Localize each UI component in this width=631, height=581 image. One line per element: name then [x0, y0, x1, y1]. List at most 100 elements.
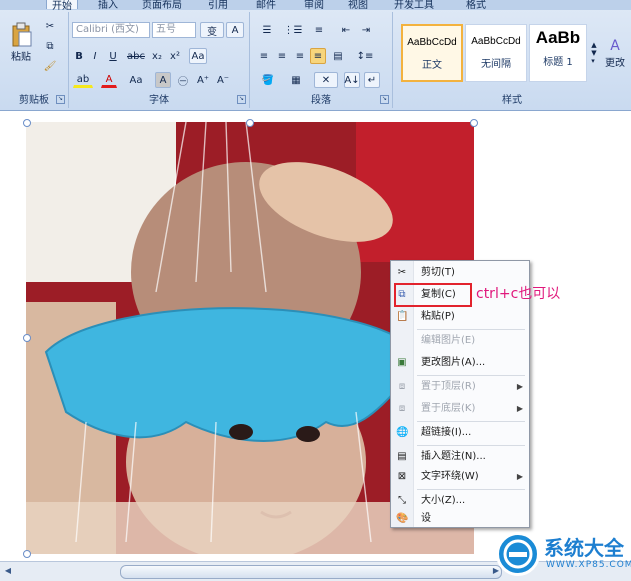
- menu-item-size[interactable]: ⤡ 大小(Z)...: [391, 491, 529, 511]
- italic-button[interactable]: I: [88, 48, 102, 64]
- scissors-icon: ✂: [397, 267, 407, 278]
- change-styles-icon: A: [610, 37, 620, 54]
- shading-button[interactable]: 🪣: [256, 72, 280, 88]
- decrease-indent-button[interactable]: ⇤: [338, 22, 354, 38]
- font-size-combo[interactable]: 五号: [152, 22, 196, 38]
- menu-item-text-wrap[interactable]: ⊠ 文字环绕(W) ▶: [391, 467, 529, 487]
- menu-item-label: 粘贴(P): [421, 311, 455, 322]
- distributed-button[interactable]: ▤: [330, 48, 346, 64]
- paste-button[interactable]: 粘贴: [6, 16, 36, 68]
- tab-page-layout[interactable]: 页面布局: [142, 0, 182, 10]
- shrink-font-button[interactable]: A⁻: [215, 72, 231, 88]
- style-sample: AaBbCcDd: [471, 36, 521, 47]
- tab-view[interactable]: 视图: [348, 0, 368, 10]
- style-name: 正文: [422, 60, 442, 71]
- resize-handle-top[interactable]: [246, 119, 254, 127]
- resize-handle-bottom-left[interactable]: [23, 550, 31, 558]
- submenu-arrow-icon: ▶: [516, 404, 523, 413]
- copy-highlight-box: [394, 283, 472, 307]
- resize-handle-left[interactable]: [23, 334, 31, 342]
- change-styles-button[interactable]: A 更改: [601, 24, 629, 82]
- menu-item-format-picture[interactable]: 🎨 设: [391, 509, 529, 529]
- paste-label: 粘贴: [11, 51, 31, 63]
- menu-item-hyperlink[interactable]: 🌐 超链接(I)...: [391, 423, 529, 443]
- tab-review[interactable]: 审阅: [304, 0, 324, 10]
- highlight-button[interactable]: ab: [73, 72, 93, 88]
- enclose-characters-button[interactable]: ㊀: [175, 72, 191, 88]
- style-heading-1[interactable]: AaBb 标题 1: [529, 24, 587, 82]
- resize-handle-top-left[interactable]: [23, 119, 31, 127]
- cut-button[interactable]: ✂: [40, 18, 60, 34]
- copy-icon: ⧉: [46, 40, 54, 52]
- submenu-arrow-icon: ▶: [516, 472, 523, 481]
- increase-indent-button[interactable]: ⇥: [358, 22, 374, 38]
- caption-icon: ▤: [397, 451, 407, 462]
- scrollbar-thumb[interactable]: [120, 565, 502, 579]
- tab-mailings[interactable]: 邮件: [256, 0, 276, 10]
- font-name-combo[interactable]: Calibri (西文): [72, 22, 150, 38]
- menu-item-bring-to-front[interactable]: ⧈ 置于顶层(R) ▶: [391, 377, 529, 397]
- menu-item-cut[interactable]: ✂ 剪切(T): [391, 263, 529, 283]
- styles-scroll[interactable]: ▲ ▼ ▾: [589, 24, 599, 82]
- underline-button[interactable]: U: [104, 48, 122, 64]
- numbering-button[interactable]: ⋮☰: [282, 22, 304, 38]
- strikethrough-button[interactable]: abc: [126, 48, 146, 64]
- clear-format-button[interactable]: Aa: [189, 48, 207, 64]
- size-icon: ⤡: [398, 495, 406, 506]
- bullets-button[interactable]: ☰: [256, 22, 278, 38]
- align-center-button[interactable]: ≡: [274, 48, 290, 64]
- styles-group: AaBbCcDd 正文 AaBbCcDd 无间隔 AaBb 标题 1 ▲ ▼ ▾ A…: [393, 12, 631, 108]
- paragraph-label: 段落: [311, 95, 331, 106]
- menu-item-paste[interactable]: 📋 粘贴(P): [391, 307, 529, 327]
- brush-icon: 🖌: [43, 60, 57, 72]
- watermark-logo-icon: [496, 532, 540, 576]
- change-case-button[interactable]: Aa: [125, 72, 147, 88]
- tab-format[interactable]: 格式: [466, 0, 486, 10]
- tab-insert[interactable]: 插入: [98, 0, 118, 10]
- tab-home[interactable]: 开始: [46, 0, 78, 10]
- show-marks-button[interactable]: ↵: [364, 72, 380, 88]
- font-group: Calibri (西文) 五号 变 A B I U abc x₂ x² Aa a…: [69, 12, 250, 108]
- format-painter-button[interactable]: 🖌: [40, 58, 60, 74]
- align-left-button[interactable]: ≡: [256, 48, 272, 64]
- change-picture-icon: ▣: [397, 357, 407, 368]
- menu-item-change-picture[interactable]: ▣ 更改图片(A)...: [391, 353, 529, 373]
- watermark: 系统大全 WWW.XP85.COM: [496, 528, 631, 580]
- ribbon: 开始 插入 页面布局 引用 邮件 审阅 视图 开发工具 格式 粘贴 ✂ ⧉ 🖌 …: [0, 0, 631, 111]
- style-normal[interactable]: AaBbCcDd 正文: [401, 24, 463, 82]
- bring-to-front-icon: ⧈: [398, 381, 406, 392]
- line-spacing-button[interactable]: ↕≡: [352, 48, 378, 64]
- font-dialog-launcher[interactable]: ↘: [237, 95, 246, 104]
- multilevel-list-button[interactable]: ≡: [308, 22, 330, 38]
- clipboard-group: 粘贴 ✂ ⧉ 🖌 剪贴板 ↘: [0, 12, 69, 108]
- sort-button[interactable]: A↓: [344, 72, 360, 88]
- superscript-button[interactable]: x²: [167, 48, 183, 64]
- character-shading-button[interactable]: A: [155, 72, 171, 88]
- tab-references[interactable]: 引用: [208, 0, 228, 10]
- menu-item-label: 更改图片(A)...: [421, 357, 486, 368]
- justify-button[interactable]: ≡: [310, 48, 326, 64]
- paragraph-dialog-launcher[interactable]: ↘: [380, 95, 389, 104]
- copy-button[interactable]: ⧉: [40, 38, 60, 54]
- style-no-spacing[interactable]: AaBbCcDd 无间隔: [465, 24, 527, 82]
- resize-handle-top-right[interactable]: [470, 119, 478, 127]
- clipboard-dialog-launcher[interactable]: ↘: [56, 95, 65, 104]
- bold-button[interactable]: B: [72, 48, 86, 64]
- font-color-button[interactable]: A: [101, 72, 117, 88]
- character-border-button[interactable]: A: [226, 22, 244, 38]
- chinese-layout-button[interactable]: ✕: [314, 72, 338, 88]
- phonetic-guide-button[interactable]: 变: [200, 22, 224, 38]
- scroll-left-icon[interactable]: ◀: [2, 564, 14, 578]
- menu-item-insert-caption[interactable]: ▤ 插入题注(N)...: [391, 447, 529, 467]
- grow-font-button[interactable]: A⁺: [195, 72, 211, 88]
- menu-item-send-to-back[interactable]: ⧈ 置于底层(K) ▶: [391, 399, 529, 419]
- subscript-button[interactable]: x₂: [149, 48, 165, 64]
- paragraph-group: ☰ ⋮☰ ≡ ⇤ ⇥ ≡ ≡ ≡ ≡ ▤ ↕≡ 🪣 ▦ ✕ A↓ ↵ 段落 ↘: [250, 12, 393, 108]
- borders-button[interactable]: ▦: [284, 72, 308, 88]
- submenu-arrow-icon: ▶: [516, 382, 523, 391]
- menu-item-edit-picture[interactable]: 编辑图片(E): [391, 331, 529, 351]
- menu-item-label: 插入题注(N)...: [421, 451, 486, 462]
- align-right-button[interactable]: ≡: [292, 48, 308, 64]
- scissors-icon: ✂: [45, 20, 55, 32]
- tab-developer[interactable]: 开发工具: [394, 0, 434, 10]
